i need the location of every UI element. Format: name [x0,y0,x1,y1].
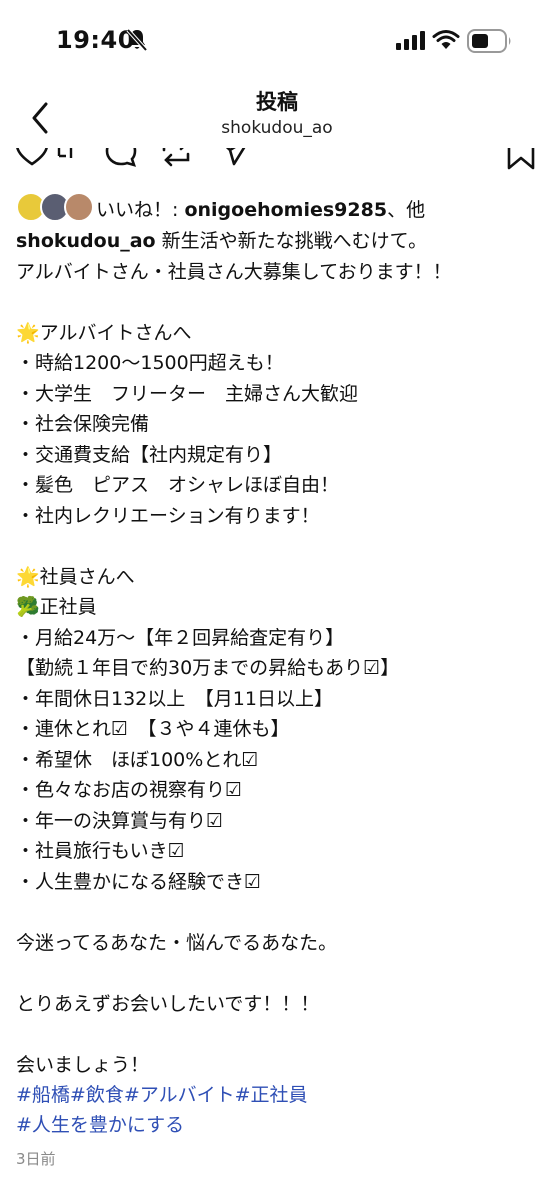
post-date: 3日前 [16,1150,56,1168]
caption-line: ・連休とれ☑ 【３や４連休も】 [16,718,290,740]
liker-avatars[interactable] [16,191,96,223]
liker-username[interactable]: onigoehomies9285 [184,199,387,221]
repost-icon[interactable] [158,148,194,168]
caption-line: 【勤続１年目で約30万までの昇給もあり☑】 [16,657,400,679]
action-bar [0,148,554,172]
signal-icon [396,31,425,50]
caption-line: とりあえずお会いしたいです！！！ [16,992,320,1015]
caption-line: ・年間休日132以上 【月11日以上】 [16,687,333,710]
caption-line: ・時給1200～1500円超えも！ [16,352,284,374]
nav-bar: 投稿 shokudou_ao [0,86,554,148]
caption-first-line: 新生活や新たな挑戦へむけて。 [155,230,428,252]
battery-icon [467,29,511,53]
caption-line: 今迷ってるあなた・悩んでるあなた。 [16,931,338,954]
hashtag-line[interactable]: #船橋#飲食#アルバイト#正社員 [16,1080,546,1110]
caption-username[interactable]: shokudou_ao [16,230,156,252]
caption-body: アルバイトさん・社員さん大募集しております！！ 🌟アルバイトさんへ・時給1200～… [16,257,546,1081]
caption-line: ・大学生 フリーター 主婦さん大歓迎 [16,382,359,405]
wifi-icon [432,30,460,49]
caption-line: アルバイトさん・社員さん大募集しております！！ [16,260,452,283]
bell-slash-icon [126,28,148,52]
caption-line: 🌟社員さんへ [16,565,135,588]
caption-line: ・年一の決算賞与有り☑ [16,809,224,832]
caption-line: ・月給24万～【年２回昇給査定有り】 [16,626,345,649]
likes-row: いいね！: onigoehomies9285、他 [16,191,546,223]
caption-line: ・社内レクリエーション有ります！ [16,504,320,527]
status-time: 19:40 [56,26,135,54]
hashtag-line[interactable]: #人生を豊かにする [16,1110,546,1140]
likes-suffix: 、他 [387,199,426,221]
page-subtitle[interactable]: shokudou_ao [0,118,554,138]
comment-icon[interactable] [104,148,138,168]
likes-summary[interactable]: いいね！: onigoehomies9285、他 [96,195,425,222]
caption-line: ・髪色 ピアス オシャレほぼ自由！ [16,474,340,496]
caption-line: ・社会保険完備 [16,413,150,435]
likes-prefix: いいね！: [96,199,185,221]
caption-line: 会いましょう！ [16,1053,150,1076]
hashtags: #船橋#飲食#アルバイト#正社員 #人生を豊かにする [16,1080,546,1140]
like-count-glyph [57,148,73,158]
caption-line: ・色々なお店の視察有り☑ [16,779,243,801]
status-bar: 19:40 [0,0,554,86]
page-title: 投稿 [256,90,298,114]
caption-line: 🥦正社員 [16,596,97,618]
heart-icon[interactable] [14,148,50,168]
bookmark-icon[interactable] [506,148,536,170]
caption-line: ・人生豊かになる経験でき☑ [16,870,262,893]
post-caption: shokudou_ao 新生活や新たな挑戦へむけて。アルバイトさん・社員さん大募… [16,226,546,1080]
caption-line: ・希望休 ほぼ100%とれ☑ [16,748,259,771]
share-icon[interactable] [214,148,254,168]
caption-line: ・社員旅行もいき☑ [16,840,185,862]
avatar [64,192,94,222]
caption-line: ・交通費支給【社内規定有り】 [16,443,283,466]
caption-line: 🌟アルバイトさんへ [16,321,192,344]
